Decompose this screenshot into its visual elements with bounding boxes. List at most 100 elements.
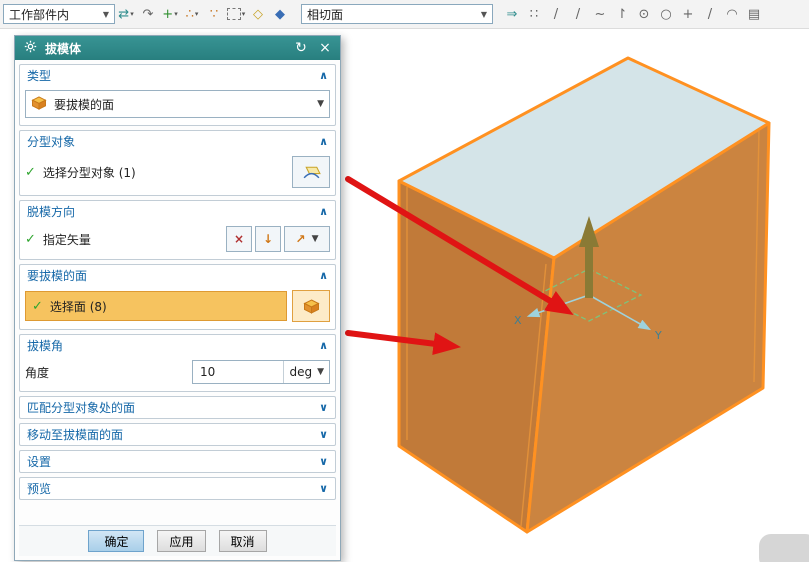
parting-object-button[interactable] xyxy=(292,156,330,188)
group-settings-header[interactable]: 设置 ∨ xyxy=(20,451,335,472)
chevron-up-icon[interactable]: ∧ xyxy=(319,135,328,148)
point-direction-button[interactable]: ↓ xyxy=(255,226,281,252)
selection-filter-value: 相切面 xyxy=(307,6,343,23)
selection-filter-dropdown[interactable]: 相切面 ▼ xyxy=(301,4,493,24)
plus-icon[interactable]: + xyxy=(678,3,698,25)
group-move-to-draft-faces-header[interactable]: 移动至拔模面的面 ∨ xyxy=(20,424,335,445)
group-type-header[interactable]: 类型 ∧ xyxy=(20,65,335,86)
application-window: X Y 工作部件内 ▼ ⇄ ▾ ↷ + ▾ ∴ ▾ xyxy=(0,0,809,562)
front-fillet-edge xyxy=(521,264,546,526)
inferred-vector-icon: ↗ xyxy=(296,232,306,246)
annotation-arrows xyxy=(348,179,552,344)
dropdown-caret-icon: ▼ xyxy=(481,10,487,19)
slash-icon[interactable]: / xyxy=(700,3,720,25)
dialog-titlebar[interactable]: 拔模体 ↻ × xyxy=(15,36,340,60)
group-direction: 脱模方向 ∧ ✓ 指定矢量 × ↓ xyxy=(19,200,336,260)
group-faces: 要拔模的面 ∧ ✓ 选择面 (8) xyxy=(19,264,336,330)
caret-icon: ▾ xyxy=(174,10,178,18)
select-parting-object-row[interactable]: ✓ 选择分型对象 (1) xyxy=(25,164,292,181)
grid-icon[interactable]: ▤ xyxy=(744,3,764,25)
orient-arrow-icon[interactable]: ⇒ xyxy=(502,3,522,25)
chevron-down-icon[interactable]: ∨ xyxy=(319,401,328,414)
ok-button[interactable]: 确定 xyxy=(88,530,144,552)
group-preview-header[interactable]: 预览 ∨ xyxy=(20,478,335,499)
chevron-down-icon[interactable]: ∨ xyxy=(319,482,328,495)
top-toolbar: 工作部件内 ▼ ⇄ ▾ ↷ + ▾ ∴ ▾ ∵ ▾ ◇ ◆ xyxy=(0,0,809,29)
face-select-button[interactable] xyxy=(292,290,330,322)
face-rule-icon[interactable]: ◇ xyxy=(248,3,268,25)
chevron-up-icon[interactable]: ∧ xyxy=(319,69,328,82)
spline-icon[interactable]: ~ xyxy=(590,3,610,25)
group-faces-header[interactable]: 要拔模的面 ∧ xyxy=(20,265,335,286)
specify-vector-row[interactable]: ✓ 指定矢量 xyxy=(25,231,226,248)
cross-vector-icon: × xyxy=(234,232,244,246)
y-axis xyxy=(589,295,649,329)
point-vector-icon: ↓ xyxy=(263,232,273,246)
group-type-label: 类型 xyxy=(27,67,51,84)
type-dropdown[interactable]: 要拔模的面 ▼ xyxy=(25,90,330,118)
group-parting-header[interactable]: 分型对象 ∧ xyxy=(20,131,335,152)
line-icon[interactable]: / xyxy=(546,3,566,25)
viewport-corner-widget xyxy=(759,534,809,562)
parting-face-icon xyxy=(302,164,321,180)
group-faces-label: 要拔模的面 xyxy=(27,267,87,284)
specify-vector-label: 指定矢量 xyxy=(43,231,91,248)
check-icon: ✓ xyxy=(25,232,36,247)
work-part-dropdown[interactable]: 工作部件内 ▼ xyxy=(3,4,115,24)
crossing-axes-vector-button[interactable]: × xyxy=(226,226,252,252)
group-parting-label: 分型对象 xyxy=(27,133,75,150)
wcs-plane-outline xyxy=(537,269,641,321)
type-dropdown-value: 要拔模的面 xyxy=(54,96,114,113)
add-feature-icon[interactable]: + ▾ xyxy=(160,3,180,25)
chevron-down-icon[interactable]: ∨ xyxy=(319,455,328,468)
y-axis-label: Y xyxy=(654,329,662,342)
apply-button[interactable]: 应用 xyxy=(157,530,205,552)
circle-point-icon[interactable]: ⊙ xyxy=(634,3,654,25)
angle-value[interactable]: 10 xyxy=(193,365,283,379)
copy-face-icon[interactable]: ↷ xyxy=(138,3,158,25)
selection-rectangle-icon[interactable]: ▾ xyxy=(226,3,246,25)
chevron-up-icon[interactable]: ∧ xyxy=(319,269,328,282)
dropdown-caret-icon: ▼ xyxy=(317,99,324,109)
draft-body-model[interactable] xyxy=(399,58,769,532)
chevron-up-icon[interactable]: ∧ xyxy=(319,205,328,218)
snap-point-icon[interactable]: ∴ ▾ xyxy=(182,3,202,25)
group-parting: 分型对象 ∧ ✓ 选择分型对象 (1) xyxy=(19,130,336,196)
x-axis-label: X xyxy=(514,314,522,327)
draft-face-cube-icon xyxy=(31,96,47,113)
close-icon[interactable]: × xyxy=(316,40,334,56)
dialog-title: 拔模体 xyxy=(45,40,286,57)
angle-unit-value: deg xyxy=(289,365,312,379)
group-angle-header[interactable]: 拔模角 ∧ xyxy=(20,335,335,356)
vector-dialog-dropdown-button[interactable]: ↗ ▼ xyxy=(284,226,330,252)
angle-input[interactable]: 10 deg ▼ xyxy=(192,360,330,384)
select-face-field[interactable]: ✓ 选择面 (8) xyxy=(25,291,287,321)
body-select-icon[interactable]: ◆ xyxy=(270,3,290,25)
cancel-button[interactable]: 取消 xyxy=(219,530,267,552)
caret-icon: ▾ xyxy=(242,10,246,18)
z-arrow-shaft xyxy=(585,245,593,298)
box-right-face xyxy=(527,123,769,532)
group-settings: 设置 ∨ xyxy=(19,450,336,473)
dialog-body: 类型 ∧ 要拔模的面 ▼ xyxy=(15,60,340,560)
chevron-down-icon[interactable]: ∨ xyxy=(319,428,328,441)
caret-icon: ▾ xyxy=(195,10,199,18)
group-type: 类型 ∧ 要拔模的面 ▼ xyxy=(19,64,336,126)
circle-icon[interactable]: ○ xyxy=(656,3,676,25)
group-match-parting-faces-header[interactable]: 匹配分型对象处的面 ∨ xyxy=(20,397,335,418)
snap-handle-icon[interactable]: ∵ xyxy=(204,3,224,25)
point-cloud-icon[interactable]: ∷ xyxy=(524,3,544,25)
group-direction-header[interactable]: 脱模方向 ∧ xyxy=(20,201,335,222)
line-alt-icon[interactable]: / xyxy=(568,3,588,25)
chevron-up-icon[interactable]: ∧ xyxy=(319,339,328,352)
move-object-icon[interactable]: ⇄ ▾ xyxy=(116,3,136,25)
group-move-to-draft-faces: 移动至拔模面的面 ∨ xyxy=(19,423,336,446)
right-fillet-edge xyxy=(754,130,759,382)
axis-icon[interactable]: ↾ xyxy=(612,3,632,25)
wcs-triad[interactable]: X Y xyxy=(514,216,662,342)
dropdown-caret-icon: ▼ xyxy=(103,10,109,19)
arc-icon[interactable]: ◠ xyxy=(722,3,742,25)
angle-unit-dropdown[interactable]: deg ▼ xyxy=(283,361,329,383)
draft-body-dialog: 拔模体 ↻ × 类型 ∧ xyxy=(14,35,341,561)
reset-icon[interactable]: ↻ xyxy=(292,40,310,56)
